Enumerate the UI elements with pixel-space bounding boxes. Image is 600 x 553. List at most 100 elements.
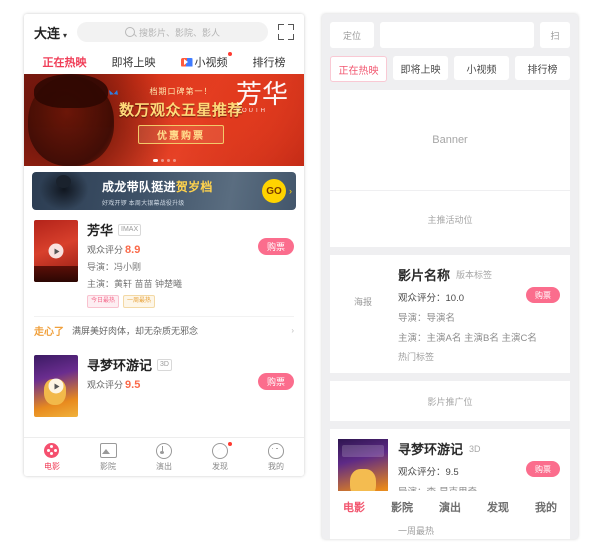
movie-hot-tag: 一周最热	[398, 526, 435, 536]
city-selector[interactable]: 大连 ▾	[34, 23, 67, 42]
activity-title: 成龙带队挺进贺岁档	[102, 178, 220, 195]
buy-ticket-button[interactable]: 购票	[526, 287, 560, 303]
buy-ticket-button[interactable]: 购票	[526, 461, 560, 477]
movie-promo-placeholder[interactable]: 影片推广位	[330, 381, 570, 421]
badge-dot	[227, 52, 232, 56]
nav-label: 我的	[268, 461, 284, 471]
hero-banner[interactable]: 档期口碑第一！ 数万观众五星推荐 优惠购票 芳华 YOUTH	[24, 74, 304, 166]
nav-item-cinemas[interactable]: 影院	[391, 499, 413, 515]
app-header: 大连 ▾ 搜影片、影院、影人	[24, 14, 304, 50]
nav-item-discover[interactable]: 发现	[487, 499, 509, 515]
movie-poster[interactable]	[34, 355, 78, 417]
tag-today-hot: 今日最热	[87, 295, 120, 308]
wireframe-tabs: 正在热映 即将上映 小视频 排行榜	[322, 48, 578, 82]
buy-ticket-button[interactable]: 购票	[258, 373, 294, 390]
movie-director: 导演：导演名	[398, 313, 456, 324]
nav-item-shows[interactable]: 演出	[140, 442, 188, 472]
tab-coming-soon[interactable]: 即将上映	[393, 56, 448, 80]
movie-tags: 今日最热 一周最热	[87, 295, 294, 308]
banner-text: 档期口碑第一！ 数万观众五星推荐 优惠购票	[116, 86, 246, 144]
activity-strip[interactable]: 成龙带队挺进贺岁档 好戏开锣 本周大银幕战役升级 GO ›	[32, 172, 296, 210]
banner-placeholder-label: Banner	[432, 134, 468, 146]
city-label: 大连	[34, 25, 61, 41]
activity-title-b: 贺岁档	[175, 180, 213, 194]
activity-subtitle: 好戏开锣 本周大银幕战役升级	[102, 201, 185, 207]
movie-cast: 主演：主演A名 主演B名 主演C名	[398, 333, 537, 344]
banner-line-2: 数万观众五星推荐	[118, 102, 243, 119]
bottom-nav-bar: 电影 影院 演出 发现 我的	[24, 437, 304, 476]
scan-label: 扫	[550, 30, 560, 41]
movie-card-body: 海报 影片名称 版本标签 观众评分：10.0 导演：导演名 主演：主演A名 主演…	[338, 265, 562, 363]
tab-label: 即将上映	[111, 57, 156, 69]
scan-button[interactable]: 扫	[540, 22, 570, 48]
movie-version-tag: 版本标签	[456, 270, 493, 280]
play-icon[interactable]	[48, 378, 64, 394]
video-icon	[180, 57, 193, 67]
nav-item-movies[interactable]: 电影	[343, 499, 365, 515]
banner-cta-button[interactable]: 优惠购票	[138, 125, 224, 144]
nav-item-shows[interactable]: 演出	[439, 499, 461, 515]
chevron-right-icon: ›	[291, 326, 294, 335]
tab-ranking[interactable]: 排行榜	[253, 54, 286, 70]
nav-item-movies[interactable]: 电影	[28, 442, 76, 472]
buy-ticket-label: 购票	[535, 290, 551, 300]
bottom-nav-bar: 电影 影院 演出 发现 我的	[330, 491, 570, 523]
profile-icon	[268, 442, 284, 459]
movie-cast: 主演：黄轩 苗苗 钟楚曦	[87, 279, 183, 289]
tab-label: 排行榜	[252, 57, 286, 69]
scan-icon[interactable]	[278, 24, 294, 40]
movie-version-tag: 3D	[469, 443, 481, 454]
category-tabs: 正在热映 即将上映 小视频 排行榜	[24, 50, 304, 74]
movie-list-item[interactable]: 芳华 IMAX 观众评分 8.9 导演：冯小刚 主演：黄轩 苗苗 钟楚曦 今日最热…	[24, 210, 304, 308]
buy-ticket-label: 购票	[535, 464, 551, 474]
buy-ticket-label: 购票	[266, 242, 285, 252]
banner-cta-label: 优惠购票	[157, 131, 205, 142]
chevron-down-icon: ▾	[63, 30, 68, 40]
badge-dot	[228, 441, 232, 446]
movie-poster[interactable]	[34, 220, 78, 282]
movie-director: 导演：冯小刚	[87, 262, 142, 272]
nav-item-discover[interactable]: 发现	[196, 441, 244, 472]
poster-placeholder[interactable]: 海报	[338, 265, 388, 337]
promo-placeholder[interactable]: 主推活动位	[330, 191, 570, 247]
movie-info: 影片名称 版本标签 观众评分：10.0 导演：导演名 主演：主演A名 主演B名 …	[398, 265, 562, 363]
nav-label: 发现	[212, 461, 228, 471]
score-label: 观众评分	[87, 380, 124, 390]
nav-item-cinemas[interactable]: 影院	[84, 442, 132, 472]
movie-title: 寻梦环游记	[87, 358, 153, 373]
tab-now-showing[interactable]: 正在热映	[43, 54, 87, 70]
nav-item-profile[interactable]: 我的	[535, 499, 557, 515]
carousel-dots	[24, 159, 304, 162]
banner-placeholder[interactable]: Banner	[330, 90, 570, 190]
tab-coming-soon[interactable]: 即将上映	[112, 54, 156, 70]
banner-logo-en: YOUTH	[236, 108, 267, 114]
movie-promo-label: 影片推广位	[427, 396, 473, 407]
show-icon	[156, 442, 172, 459]
movie-card-placeholder[interactable]: 海报 影片名称 版本标签 观众评分：10.0 导演：导演名 主演：主演A名 主演…	[330, 255, 570, 373]
tab-now-showing[interactable]: 正在热映	[330, 56, 387, 82]
tab-label: 小视频	[466, 64, 497, 76]
banner-line-1: 档期口碑第一！	[149, 87, 213, 96]
tab-ranking[interactable]: 排行榜	[515, 56, 570, 80]
search-input[interactable]	[380, 22, 534, 48]
movie-title-row: 寻梦环游记 3D	[87, 355, 294, 374]
app-preview-panel: 大连 ▾ 搜影片、影院、影人 正在热映 即将上映 小视频 排行榜 档期口碑第一！ …	[24, 14, 304, 476]
tab-short-video[interactable]: 小视频	[180, 52, 232, 70]
play-icon[interactable]	[48, 243, 64, 259]
tab-short-video[interactable]: 小视频	[454, 56, 509, 80]
search-icon	[125, 27, 135, 37]
tab-label: 即将上映	[400, 64, 441, 76]
movie-list-item[interactable]: 寻梦环游记 3D 观众评分 9.5 购票	[24, 345, 304, 417]
banner-logo: 芳华 YOUTH	[236, 82, 294, 152]
movie-version-tag: 3D	[157, 358, 172, 371]
movie-title-row: 影片名称 版本标签	[398, 265, 562, 284]
tab-label: 正在热映	[42, 57, 87, 69]
movie-review-row[interactable]: 走心了 满屏美好肉体，却无杂质无邪念 ›	[34, 316, 294, 345]
location-button[interactable]: 定位	[330, 22, 374, 48]
activity-portrait-image	[40, 172, 88, 210]
activity-go-button[interactable]: GO	[262, 179, 286, 203]
buy-ticket-button[interactable]: 购票	[258, 238, 294, 255]
search-input[interactable]: 搜影片、影院、影人	[77, 22, 268, 42]
nav-item-profile[interactable]: 我的	[252, 442, 300, 472]
promo-placeholder-label: 主推活动位	[427, 214, 473, 225]
